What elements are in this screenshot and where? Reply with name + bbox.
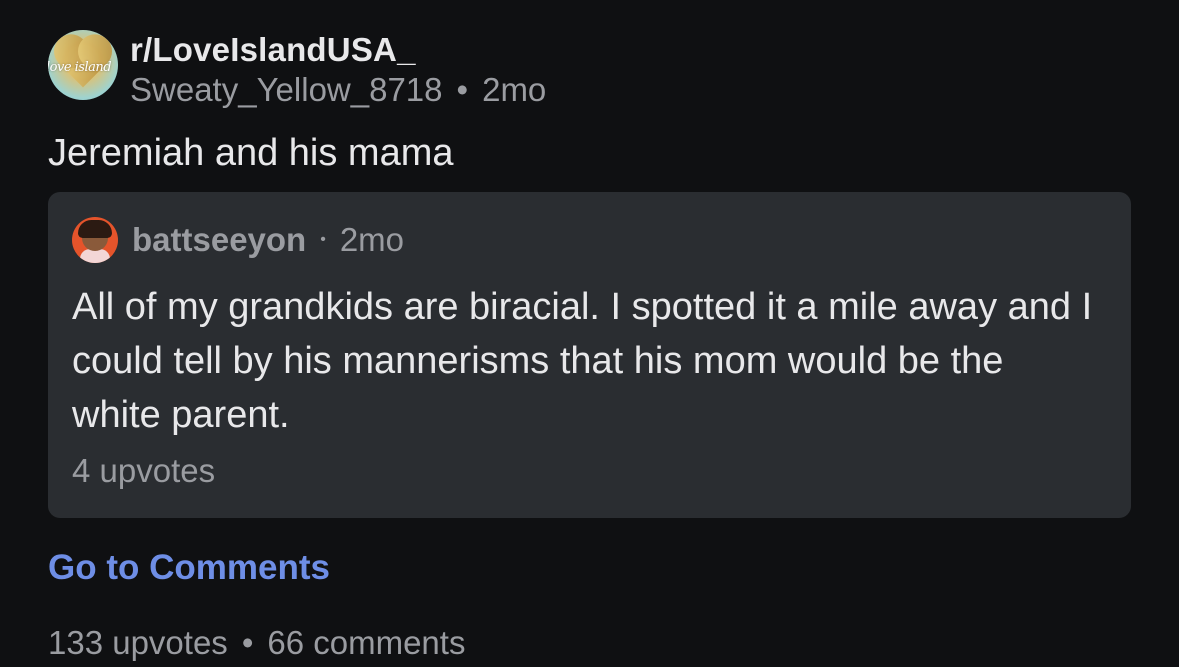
comment-upvotes: 4 upvotes <box>72 452 216 489</box>
subreddit-icon[interactable]: love island <box>48 30 118 100</box>
post-screen: love island r/LoveIslandUSA_ Sweaty_Yell… <box>0 0 1179 667</box>
avatar-hair <box>78 220 112 238</box>
post-stats: 133 upvotes • 66 comments <box>48 624 465 662</box>
post-upvotes: 133 upvotes <box>48 624 228 661</box>
separator-dot: • <box>320 231 326 248</box>
user-avatar[interactable] <box>72 217 118 263</box>
subreddit-name[interactable]: r/LoveIslandUSA_ <box>130 30 546 70</box>
separator-dot: • <box>241 624 254 661</box>
post-author[interactable]: Sweaty_Yellow_8718 <box>130 70 443 110</box>
post-age: 2mo <box>482 71 547 108</box>
post-meta: r/LoveIslandUSA_ Sweaty_Yellow_8718 • 2m… <box>130 30 546 110</box>
post-byline: Sweaty_Yellow_8718 • 2mo <box>130 70 546 110</box>
comment-header: battseeyon • 2mo <box>72 217 1107 263</box>
comment-age: 2mo <box>339 221 405 258</box>
avatar-body <box>80 249 110 263</box>
comment-body: All of my grandkids are biracial. I spot… <box>72 286 1093 436</box>
subreddit-icon-logo-text: love island <box>48 60 112 75</box>
separator-dot: • <box>456 71 469 108</box>
comment-username[interactable]: battseeyon <box>132 221 306 259</box>
post-title[interactable]: Jeremiah and his mama <box>48 130 454 176</box>
go-to-comments-link[interactable]: Go to Comments <box>48 548 330 588</box>
post-header: love island r/LoveIslandUSA_ Sweaty_Yell… <box>48 30 546 110</box>
post-comments-count[interactable]: 66 comments <box>267 624 465 662</box>
quoted-comment-card[interactable]: battseeyon • 2mo All of my grandkids are… <box>48 192 1131 518</box>
